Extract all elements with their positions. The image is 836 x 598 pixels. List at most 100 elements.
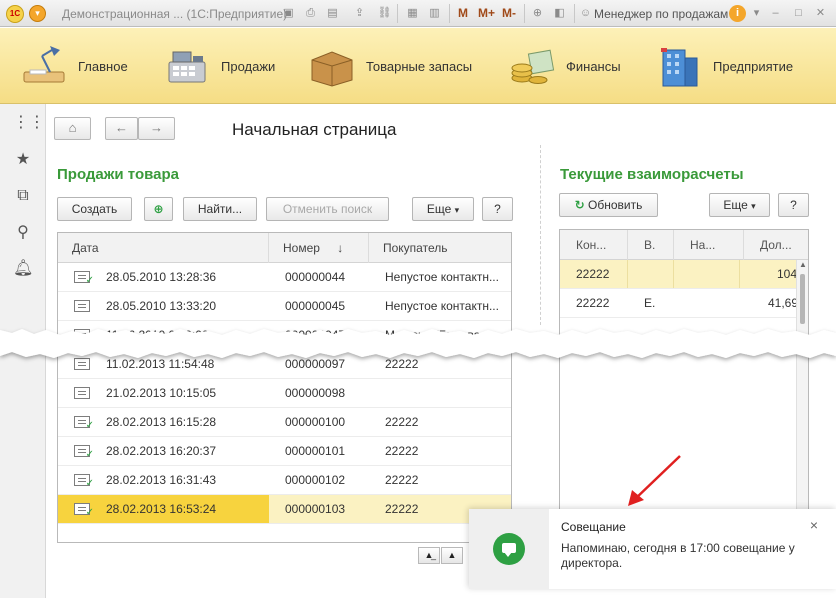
table-row[interactable]: 22222 104: [560, 260, 798, 289]
column-header-customer[interactable]: Покупатель: [369, 233, 511, 263]
table-row[interactable]: ✓ 28.02.2013 16:15:28 000000100 22222: [58, 408, 511, 437]
memory-add-button[interactable]: M+: [478, 6, 495, 20]
cell-customer: 22222: [385, 415, 419, 429]
sections-panel: Главное Продажи Товарные запасы Финансы: [0, 28, 836, 104]
settlements-help-button[interactable]: ?: [778, 193, 809, 217]
calendar-icon[interactable]: ▥: [427, 6, 442, 21]
minimize-icon[interactable]: –: [768, 6, 783, 21]
cell-date-text: 21.02.2013 10:15:05: [106, 386, 217, 400]
settlement-cell-1: 22222: [576, 260, 628, 288]
column-header-date[interactable]: Дата: [58, 233, 269, 263]
cell-number: 000000101: [285, 444, 346, 458]
refresh-button-label: Обновить: [588, 198, 643, 212]
settlements-table[interactable]: Кон... В. На... Дол... 22222 104 22222 Е. 41…: [559, 229, 809, 519]
memory-m-button[interactable]: M: [458, 6, 468, 20]
cell-date-text: 28.02.2013 16:53:24: [106, 502, 217, 516]
building-icon: [661, 48, 698, 87]
scroll-to-top-button[interactable]: ▲̲: [418, 547, 440, 564]
create-button[interactable]: Создать: [57, 197, 132, 221]
scroll-up-button[interactable]: ▲: [441, 547, 463, 564]
link-icon[interactable]: ⛓: [377, 6, 392, 21]
copy-document-icon[interactable]: ⊕: [144, 197, 173, 221]
memory-subtract-button[interactable]: M-: [502, 6, 516, 20]
more-button[interactable]: Еще ▾: [412, 197, 474, 221]
main-menu-button[interactable]: ▾: [29, 5, 46, 22]
close-icon[interactable]: ×: [810, 517, 818, 533]
help-button[interactable]: ?: [482, 197, 513, 221]
column-header-number[interactable]: Номер ↓: [269, 233, 369, 263]
scroll-up-arrow-icon[interactable]: ▲: [798, 260, 808, 269]
column-header-counterparty[interactable]: Кон...: [560, 230, 628, 260]
table-row[interactable]: ✓ 28.05.2010 13:28:36 000000044 Непустое ко…: [58, 263, 511, 292]
notification-popup[interactable]: Совещание Напоминаю, сегодня в 17:00 сов…: [469, 509, 836, 589]
print-icon[interactable]: ⎙: [303, 6, 318, 21]
favorites-star-icon[interactable]: ★: [13, 150, 33, 170]
sales-table[interactable]: Дата Номер ↓ Покупатель ✓ 28.05.2010 13:2…: [57, 232, 512, 543]
cell-date: ✓ 28.02.2013 16:31:43: [58, 466, 269, 494]
posted-document-icon: ✓: [74, 503, 94, 518]
settlement-cell-4: 104: [744, 260, 798, 288]
window-title: Демонстрационная ... (1С:Предприятие): [62, 7, 288, 21]
column-header-number-label: Номер: [283, 241, 320, 255]
column-header-name[interactable]: На...: [674, 230, 744, 260]
maximize-icon[interactable]: □: [791, 6, 806, 21]
more-button-label: Еще: [426, 202, 452, 216]
refresh-button[interactable]: ↻ Обновить: [559, 193, 658, 217]
calculator-icon[interactable]: ▦: [405, 6, 420, 21]
table-row[interactable]: 22222 Е. 41,69: [560, 289, 798, 318]
document-icon: [74, 387, 90, 399]
refresh-icon: ↻: [574, 198, 585, 212]
column-header-currency[interactable]: В.: [628, 230, 674, 260]
section-sales[interactable]: Продажи: [163, 28, 275, 104]
cell-date: ✓ 28.02.2013 16:15:28: [58, 408, 269, 436]
user-icon: ☺: [579, 7, 592, 19]
table-row[interactable]: ✓ 28.02.2013 16:20:37 000000101 22222: [58, 437, 511, 466]
settlements-more-button[interactable]: Еще ▾: [709, 193, 770, 217]
section-finance[interactable]: Финансы: [508, 28, 621, 104]
cell-number: 000000098: [285, 386, 346, 400]
home-button[interactable]: ⌂: [54, 117, 91, 140]
desk-lamp-icon: [23, 46, 65, 83]
page-title: Начальная страница: [232, 120, 397, 139]
vertical-scrollbar[interactable]: ▲ ▼: [796, 260, 808, 518]
save-icon[interactable]: ▣: [281, 6, 296, 21]
search-icon[interactable]: ⚲: [13, 223, 33, 243]
section-inventory[interactable]: Товарные запасы: [308, 28, 472, 104]
find-button[interactable]: Найти...: [183, 197, 257, 221]
column-header-debt[interactable]: Дол...: [744, 230, 798, 260]
cell-number: 000000103: [285, 502, 346, 516]
table-row[interactable]: ✓ 28.02.2013 16:31:43 000000102 22222: [58, 466, 511, 495]
panels-icon[interactable]: ◧: [552, 6, 567, 21]
info-menu-icon[interactable]: ▾: [749, 6, 764, 21]
notifications-bell-icon[interactable]: 🔔︎: [13, 259, 33, 279]
section-enterprise[interactable]: Предприятие: [655, 28, 793, 104]
all-functions-icon[interactable]: ⋮⋮: [13, 113, 45, 133]
preview-icon[interactable]: ▤: [325, 6, 340, 21]
settlement-cell-3: [690, 289, 740, 317]
cell-customer: [385, 379, 509, 407]
current-user[interactable]: Менеджер по продажам: [594, 7, 728, 21]
cell-customer: Непустое контактн...: [385, 270, 499, 284]
settlements-group-title: Текущие взаиморасчеты: [560, 166, 744, 183]
cancel-search-button[interactable]: Отменить поиск: [266, 197, 389, 221]
table-row[interactable]: 21.02.2013 10:15:05 000000098: [58, 379, 511, 408]
cell-date-text: 28.05.2010 13:28:36: [106, 270, 217, 284]
cell-number: 000000045: [285, 299, 346, 313]
window-titlebar: 1С ▾ Демонстрационная ... (1С:Предприяти…: [0, 0, 836, 27]
zoom-icon[interactable]: ⊕: [530, 6, 545, 21]
history-icon[interactable]: ⧉: [13, 186, 33, 206]
table-row[interactable]: ✓ 28.02.2013 16:53:24 000000103 22222: [58, 495, 511, 524]
forward-button[interactable]: →: [138, 117, 175, 140]
table-row[interactable]: 28.05.2010 13:33:20 000000045 Непустое кон…: [58, 292, 511, 321]
section-main[interactable]: Главное: [20, 28, 128, 104]
scrollbar-thumb[interactable]: [800, 274, 805, 324]
app-logo-icon: 1С: [6, 5, 24, 23]
close-window-icon[interactable]: ✕: [813, 6, 828, 21]
separator: [397, 4, 398, 23]
cash-register-icon: [168, 51, 206, 83]
notification-text: Напоминаю, сегодня в 17:00 совещание у д…: [561, 541, 795, 570]
attach-icon[interactable]: ⇪: [352, 6, 367, 21]
posted-document-icon: ✓: [74, 445, 94, 460]
info-icon[interactable]: i: [729, 5, 746, 22]
back-button[interactable]: ←: [105, 117, 138, 140]
